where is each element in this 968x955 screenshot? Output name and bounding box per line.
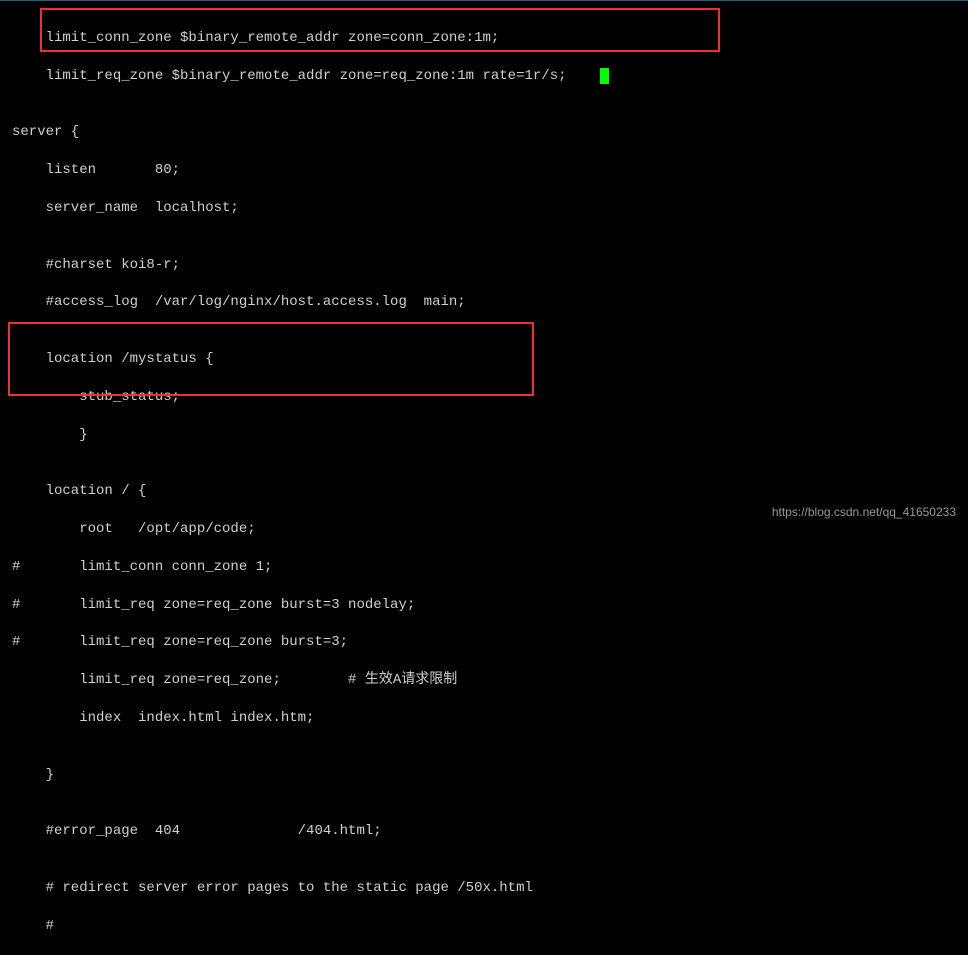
code-line: listen 80; — [0, 161, 968, 180]
code-line: root /opt/app/code; — [0, 520, 968, 539]
code-line: } — [0, 766, 968, 785]
code-line: #error_page 404 /404.html; — [0, 822, 968, 841]
code-line: limit_req_zone $binary_remote_addr zone=… — [0, 67, 968, 86]
code-text: #error_page 404 /404.html; — [12, 823, 382, 839]
code-line: location / { — [0, 482, 968, 501]
code-text: location /mystatus { — [12, 351, 214, 367]
code-text: root /opt/app/code; — [12, 521, 256, 537]
code-line: # redirect server error pages to the sta… — [0, 879, 968, 898]
terminal-content[interactable]: limit_conn_zone $binary_remote_addr zone… — [0, 0, 968, 955]
code-line: limit_conn_zone $binary_remote_addr zone… — [0, 29, 968, 48]
code-line: #charset koi8-r; — [0, 256, 968, 275]
code-text: # limit_conn conn_zone 1; — [12, 559, 272, 575]
code-text: #charset koi8-r; — [12, 257, 180, 273]
code-line: index index.html index.htm; — [0, 709, 968, 728]
code-text: limit_conn_zone $binary_remote_addr zone… — [12, 30, 499, 46]
code-line: limit_req zone=req_zone; # 生效A请求限制 — [0, 671, 968, 690]
code-text: } — [12, 767, 54, 783]
code-line: server_name localhost; — [0, 199, 968, 218]
code-text: } — [12, 427, 88, 443]
code-text: index index.html index.htm; — [12, 710, 314, 726]
code-line: } — [0, 426, 968, 445]
code-text: # — [12, 918, 54, 934]
window-top-border — [0, 0, 968, 1]
code-text: listen 80; — [12, 162, 180, 178]
code-text: # limit_req zone=req_zone burst=3 nodela… — [12, 597, 415, 613]
cursor-block — [600, 68, 609, 84]
code-text: stub_status; — [12, 389, 180, 405]
watermark-text: https://blog.csdn.net/qq_41650233 — [772, 504, 956, 520]
code-line: # limit_req zone=req_zone burst=3; — [0, 633, 968, 652]
code-text: location / { — [12, 483, 146, 499]
code-text: limit_req_zone $binary_remote_addr zone=… — [12, 68, 600, 84]
code-text: server { — [12, 124, 79, 140]
code-line: # limit_req zone=req_zone burst=3 nodela… — [0, 596, 968, 615]
code-text: # redirect server error pages to the sta… — [12, 880, 533, 896]
code-line: # — [0, 917, 968, 936]
code-text: server_name localhost; — [12, 200, 239, 216]
code-line: # limit_conn conn_zone 1; — [0, 558, 968, 577]
code-line: location /mystatus { — [0, 350, 968, 369]
code-text: # limit_req zone=req_zone burst=3; — [12, 634, 348, 650]
code-line: stub_status; — [0, 388, 968, 407]
code-text: #access_log /var/log/nginx/host.access.l… — [12, 294, 466, 310]
code-line: server { — [0, 123, 968, 142]
code-text: limit_req zone=req_zone; # 生效A请求限制 — [12, 672, 457, 688]
code-line: #access_log /var/log/nginx/host.access.l… — [0, 293, 968, 312]
